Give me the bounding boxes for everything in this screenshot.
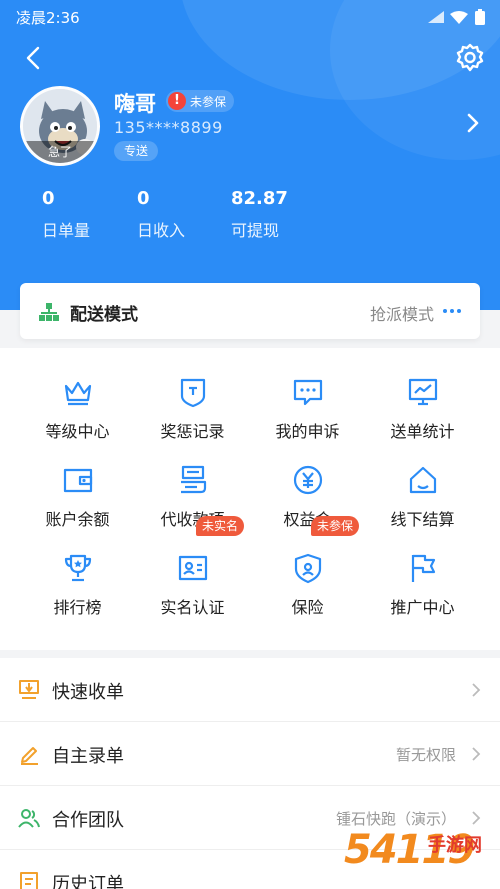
warning-icon: ! — [168, 92, 186, 110]
grid-item-label: 排行榜 — [53, 598, 102, 617]
avatar[interactable]: 急了 — [20, 86, 100, 166]
chevron-right-icon — [472, 683, 481, 697]
stat-value: 82.87 — [231, 188, 288, 209]
chevron-right-icon — [472, 747, 481, 761]
battery-icon — [475, 9, 485, 25]
crown-icon — [64, 381, 92, 406]
stat-value: 0 — [42, 188, 55, 209]
phone-number: 135****8899 — [114, 118, 223, 137]
grid-item-reward-record[interactable]: 奖惩记录 — [130, 348, 255, 441]
list-item-self-entry[interactable]: 自主录单 暂无权限 — [0, 722, 500, 786]
stat-label: 日收入 — [137, 221, 186, 240]
signal-icon — [428, 11, 444, 23]
yuan-coin-icon — [293, 465, 323, 495]
chat-icon — [293, 379, 323, 406]
edit-icon — [21, 747, 38, 765]
team-icon — [18, 809, 40, 828]
receipt-icon — [181, 465, 207, 494]
chevron-right-icon[interactable] — [462, 110, 484, 136]
stat-label: 可提现 — [231, 221, 280, 240]
list-item-label: 快速收单 — [52, 682, 124, 703]
home-icon — [409, 466, 437, 494]
avatar-caption: 急了 — [23, 141, 97, 163]
stat-value: 0 — [137, 188, 150, 209]
grid-item-leaderboard[interactable]: 排行榜 — [15, 524, 140, 617]
more-dots-icon[interactable] — [442, 303, 462, 319]
rider-type-tag: 专送 — [114, 141, 159, 161]
grid-item-promotion-center[interactable]: 推广中心 — [360, 524, 485, 617]
insurance-status-text: 未参保 — [190, 94, 227, 109]
status-bar: 凌晨2:36 — [0, 0, 500, 32]
site-watermark: 54119 手游网 — [344, 827, 494, 885]
stats-row: 0 日单量 0 日收入 82.87 可提现 — [0, 188, 500, 248]
chevron-right-icon — [472, 811, 481, 825]
insurance-status-badge[interactable]: ! 未参保 — [166, 90, 235, 112]
stat-withdrawable[interactable]: 82.87 可提现 — [231, 188, 288, 241]
grid-item-account-balance[interactable]: 账户余额 — [15, 436, 140, 529]
delivery-mode-value: 抢派模式 — [369, 305, 434, 324]
feature-grid: 等级中心 奖惩记录 我的申诉 送单统计 账户余额 代收款项 权益金 线下结算 排… — [0, 348, 500, 650]
grid-item-delivery-stats[interactable]: 送单统计 — [360, 348, 485, 441]
uninsured-badge: 未参保 — [311, 516, 360, 536]
stat-daily-orders[interactable]: 0 日单量 — [42, 188, 90, 241]
grid-item-real-name-auth[interactable]: 实名认证 未实名 — [130, 516, 255, 617]
delivery-mode-title: 配送模式 — [70, 305, 138, 325]
list-item-value: 锺石快跑（演示） — [335, 810, 456, 828]
grid-item-insurance[interactable]: 保险 未参保 — [245, 516, 370, 617]
id-card-icon — [178, 555, 208, 581]
gear-icon[interactable] — [452, 40, 488, 76]
status-time: 凌晨2:36 — [16, 9, 80, 27]
delivery-mode-card[interactable]: 配送模式 抢派模式 — [20, 283, 480, 339]
hierarchy-icon — [39, 303, 59, 321]
grid-item-collected-payments[interactable]: 代收款项 — [130, 436, 255, 529]
watermark-text: 手游网 — [428, 835, 482, 856]
chart-board-icon — [408, 378, 438, 406]
grid-item-level-center[interactable]: 等级中心 — [15, 348, 140, 441]
history-icon — [20, 872, 38, 889]
list-item-label: 自主录单 — [52, 746, 124, 767]
unverified-badge: 未实名 — [196, 516, 245, 536]
stat-label: 日单量 — [42, 221, 91, 240]
grid-item-label: 保险 — [291, 598, 324, 617]
flag-icon — [411, 554, 436, 582]
grid-item-label: 实名认证 — [160, 598, 225, 617]
quick-order-icon — [19, 680, 39, 699]
trophy-icon — [64, 554, 92, 582]
user-name: 嗨哥 — [114, 92, 156, 116]
back-arrow-icon[interactable] — [16, 40, 52, 76]
list-item-value: 暂无权限 — [395, 746, 456, 764]
grid-item-offline-settlement[interactable]: 线下结算 — [360, 436, 485, 529]
list-item-label: 合作团队 — [52, 810, 124, 831]
system-icons — [428, 9, 486, 25]
grid-item-equity-fund[interactable]: 权益金 — [245, 436, 370, 529]
shield-record-icon — [180, 378, 206, 408]
grid-item-my-appeal[interactable]: 我的申诉 — [245, 348, 370, 441]
list-item-quick-order[interactable]: 快速收单 — [0, 658, 500, 722]
stat-daily-income[interactable]: 0 日收入 — [137, 188, 185, 241]
grid-item-label: 推广中心 — [390, 598, 455, 617]
profile-header: 凌晨2:36 急了 嗨哥 ! 未参保 135****8899 专送 0 日单量 … — [0, 0, 500, 310]
wifi-icon — [450, 10, 468, 24]
list-item-label: 历史订单 — [52, 874, 124, 889]
wallet-icon — [63, 468, 93, 493]
shield-user-icon — [294, 553, 322, 584]
